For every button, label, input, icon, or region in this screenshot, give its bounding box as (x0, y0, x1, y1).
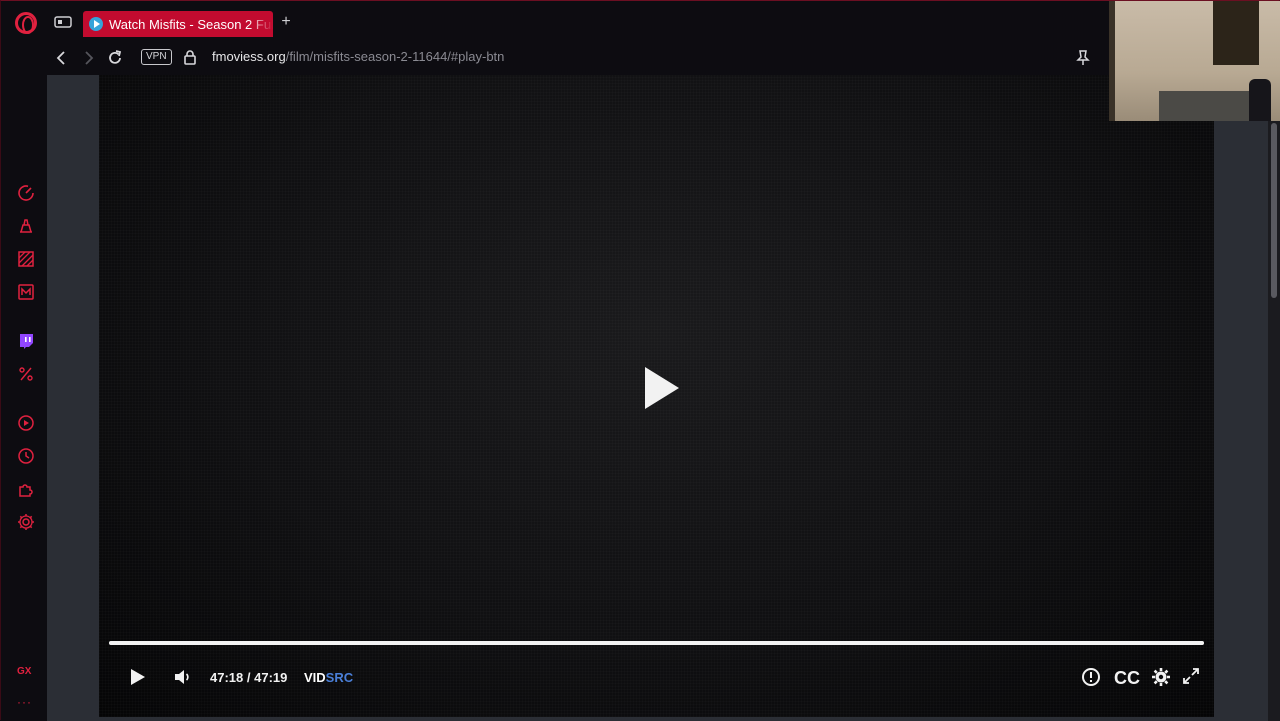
pin-icon[interactable] (1075, 49, 1091, 67)
url-path: /film/misfits-season-2-11644/#play-btn (285, 49, 505, 64)
webcam-curtain (1213, 1, 1259, 65)
webcam-desk (1159, 91, 1254, 121)
webcam-wall-edge (1109, 1, 1115, 121)
webcam-chair (1249, 79, 1271, 121)
tab-active[interactable]: Watch Misfits - Season 2 Full (83, 11, 273, 37)
address-bar: VPN fmoviess.org/film/misfits-season-2-1… (1, 41, 1280, 75)
vidsrc-logo: VIDSRC (304, 670, 353, 685)
scrollbar-thumb[interactable] (1271, 123, 1277, 298)
play-favicon-icon (89, 17, 103, 31)
browser-window: Watch Misfits - Season 2 Full + VPN fmov… (0, 0, 1280, 721)
history-icon[interactable] (16, 446, 36, 466)
brand-part-a: VID (304, 670, 326, 685)
sidebar: GX ··· (1, 75, 47, 721)
back-icon[interactable] (53, 49, 71, 67)
time-display: 47:18 / 47:19 (210, 670, 287, 685)
volume-icon[interactable] (173, 667, 193, 687)
fullscreen-icon[interactable] (1182, 667, 1200, 685)
more-icon[interactable]: ··· (17, 695, 32, 709)
reload-icon[interactable] (106, 49, 124, 67)
time-separator: / (246, 670, 251, 685)
vpn-badge[interactable]: VPN (141, 49, 172, 65)
twitch-icon[interactable] (16, 331, 36, 351)
gx-corner-icon[interactable] (16, 249, 36, 269)
duration: 47:19 (254, 670, 288, 685)
tab-title: Watch Misfits - Season 2 Full (109, 16, 273, 32)
report-icon[interactable] (1081, 667, 1101, 687)
big-play-icon[interactable] (641, 365, 681, 411)
cc-button[interactable]: CC (1114, 668, 1140, 689)
forward-icon[interactable] (79, 49, 97, 67)
current-time: 47:18 (210, 670, 244, 685)
gx-label[interactable]: GX (17, 666, 31, 677)
url-host: fmoviess.org (212, 49, 286, 64)
play-icon[interactable] (129, 667, 147, 687)
video-player[interactable]: 47:18 / 47:19 VIDSRC CC (99, 75, 1214, 717)
opera-logo-icon[interactable] (15, 12, 37, 34)
tab-bar: Watch Misfits - Season 2 Full + (1, 1, 1280, 41)
messenger-icon[interactable] (16, 282, 36, 302)
scrollbar[interactable] (1268, 75, 1280, 721)
speed-dial-icon[interactable] (16, 183, 36, 203)
settings-gear-icon[interactable] (1151, 667, 1171, 687)
webcam-overlay (1109, 1, 1280, 121)
progress-fill (109, 641, 1204, 645)
player-icon[interactable] (16, 413, 36, 433)
gx-control-icon[interactable] (16, 216, 36, 236)
tab-island-icon[interactable] (54, 15, 72, 29)
extensions-icon[interactable] (16, 479, 36, 499)
lock-icon[interactable] (183, 49, 197, 65)
progress-bar[interactable] (109, 641, 1204, 645)
settings-icon[interactable] (16, 512, 36, 532)
url-field[interactable]: fmoviess.org/film/misfits-season-2-11644… (212, 49, 504, 64)
brand-part-b: SRC (325, 670, 354, 685)
discount-icon[interactable] (16, 364, 36, 384)
new-tab-button[interactable]: + (278, 14, 294, 30)
